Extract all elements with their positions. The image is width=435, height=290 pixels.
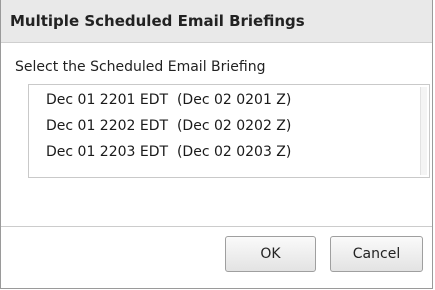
button-area-divider [1, 226, 432, 227]
dialog-title: Multiple Scheduled Email Briefings [10, 12, 305, 30]
ok-button[interactable]: OK [225, 236, 316, 272]
dialog-title-bar[interactable]: Multiple Scheduled Email Briefings [1, 0, 432, 43]
briefing-list-item[interactable]: Dec 01 2202 EDT (Dec 02 0202 Z) [46, 118, 291, 134]
briefing-selection-dialog: Multiple Scheduled Email Briefings Selec… [0, 0, 433, 289]
list-scrollbar[interactable] [420, 87, 427, 175]
briefing-list[interactable]: Dec 01 2201 EDT (Dec 02 0201 Z) Dec 01 2… [28, 84, 430, 178]
selection-prompt: Select the Scheduled Email Briefing [15, 59, 266, 75]
cancel-button[interactable]: Cancel [330, 236, 423, 272]
briefing-list-item[interactable]: Dec 01 2203 EDT (Dec 02 0203 Z) [46, 144, 291, 160]
briefing-list-item[interactable]: Dec 01 2201 EDT (Dec 02 0201 Z) [46, 92, 291, 108]
